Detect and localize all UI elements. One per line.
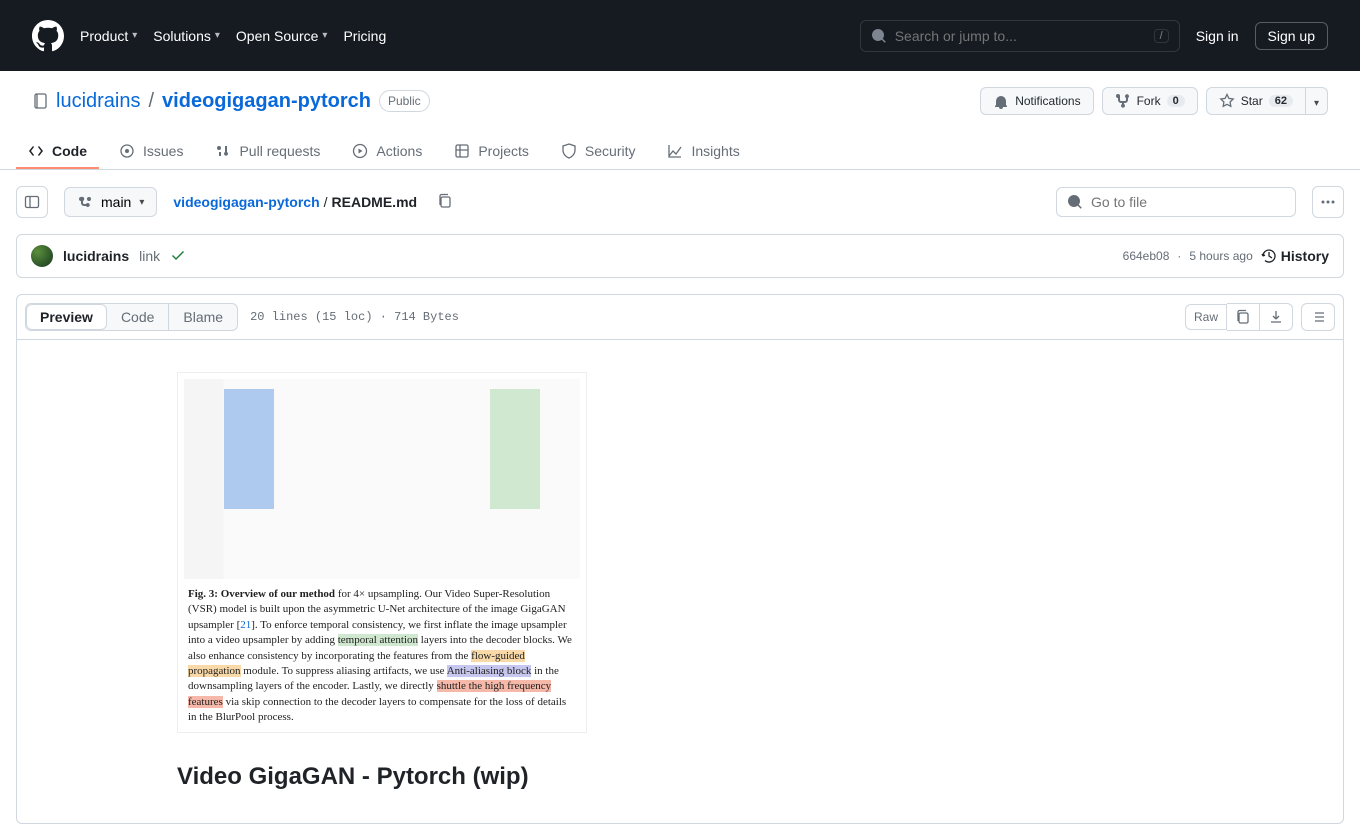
slash-hint: / [1154, 29, 1169, 43]
global-nav: Product▾ Solutions▾ Open Source▾ Pricing [80, 28, 386, 44]
tab-issues[interactable]: Issues [107, 135, 195, 169]
commit-sha-link[interactable]: 664eb08 [1123, 249, 1170, 263]
project-icon [454, 143, 470, 159]
readme-content: Fig. 3: Overview of our method for 4× up… [17, 340, 1343, 823]
search-icon [871, 28, 887, 44]
branch-icon [77, 194, 93, 210]
star-icon [1219, 93, 1235, 109]
breadcrumb: videogigagan-pytorch / README.md [173, 194, 417, 210]
view-mode-toggle: Preview Code Blame [25, 303, 238, 331]
search-input[interactable] [895, 28, 1146, 44]
breadcrumb-repo[interactable]: videogigagan-pytorch [173, 194, 319, 210]
fork-count: 0 [1167, 95, 1185, 107]
nav-open-source[interactable]: Open Source▾ [236, 28, 328, 44]
repo-icon [32, 93, 48, 109]
sign-up-button[interactable]: Sign up [1255, 22, 1328, 50]
tab-actions[interactable]: Actions [340, 135, 434, 169]
blame-tab[interactable]: Blame [169, 304, 237, 330]
repo-name-link[interactable]: videogigagan-pytorch [162, 90, 371, 113]
repo-tabs: Code Issues Pull requests Actions Projec… [0, 135, 1360, 170]
latest-commit: lucidrains link 664eb08 · 5 hours ago Hi… [16, 234, 1344, 278]
graph-icon [667, 143, 683, 159]
sidebar-icon [24, 194, 40, 210]
copy-icon [1235, 309, 1251, 325]
path-separator: / [148, 90, 154, 113]
copy-path-button[interactable] [433, 189, 457, 216]
tab-projects[interactable]: Projects [442, 135, 541, 169]
download-button[interactable] [1260, 303, 1293, 331]
tab-security[interactable]: Security [549, 135, 648, 169]
sign-in-link[interactable]: Sign in [1196, 28, 1239, 44]
chevron-down-icon: ▾ [215, 30, 220, 41]
notifications-button[interactable]: Notifications [980, 87, 1093, 115]
nav-product[interactable]: Product▾ [80, 28, 137, 44]
fork-icon [1115, 93, 1131, 109]
file-viewer: Preview Code Blame 20 lines (15 loc) · 7… [16, 294, 1344, 824]
global-header: Product▾ Solutions▾ Open Source▾ Pricing… [0, 0, 1360, 71]
architecture-diagram [184, 379, 580, 579]
bell-icon [993, 93, 1009, 109]
code-tab[interactable]: Code [107, 304, 168, 330]
breadcrumb-file: README.md [332, 194, 418, 210]
fork-button[interactable]: Fork 0 [1102, 87, 1198, 115]
chevron-down-icon: ▾ [139, 197, 144, 208]
search-icon [1067, 194, 1083, 210]
visibility-badge: Public [379, 90, 430, 112]
commit-time: 5 hours ago [1189, 249, 1252, 263]
history-icon [1261, 248, 1277, 264]
go-to-file[interactable] [1056, 187, 1296, 217]
more-options-button[interactable] [1312, 186, 1344, 218]
dot: · [1177, 249, 1181, 263]
repo-header: lucidrains / videogigagan-pytorch Public… [0, 71, 1360, 115]
issue-icon [119, 143, 135, 159]
star-button[interactable]: Star 62 [1206, 87, 1306, 115]
tab-insights[interactable]: Insights [655, 135, 751, 169]
star-dropdown[interactable]: ▾ [1306, 87, 1328, 115]
commit-message-link[interactable]: link [139, 248, 160, 264]
star-count: 62 [1269, 95, 1293, 107]
readme-figure[interactable]: Fig. 3: Overview of our method for 4× up… [177, 372, 587, 733]
branch-selector[interactable]: main ▾ [64, 187, 157, 217]
outline-button[interactable] [1301, 303, 1335, 331]
path-separator: / [324, 194, 328, 210]
shield-icon [561, 143, 577, 159]
list-icon [1310, 309, 1326, 325]
readme-heading: Video GigaGAN - Pytorch (wip) [177, 763, 1183, 791]
kebab-icon [1320, 194, 1336, 210]
copy-raw-button[interactable] [1227, 303, 1260, 331]
commit-author-link[interactable]: lucidrains [63, 248, 129, 264]
tab-pull-requests[interactable]: Pull requests [203, 135, 332, 169]
avatar[interactable] [31, 245, 53, 267]
file-tree-toggle[interactable] [16, 186, 48, 218]
global-search[interactable]: / [860, 20, 1180, 52]
go-to-file-input[interactable] [1091, 194, 1285, 210]
pr-icon [215, 143, 231, 159]
code-icon [28, 143, 44, 159]
github-logo-icon[interactable] [32, 20, 64, 52]
chevron-down-icon: ▾ [322, 30, 327, 41]
check-icon[interactable] [170, 247, 186, 266]
play-icon [352, 143, 368, 159]
nav-solutions[interactable]: Solutions▾ [153, 28, 220, 44]
chevron-down-icon: ▾ [132, 30, 137, 41]
preview-tab[interactable]: Preview [26, 304, 107, 330]
chevron-down-icon: ▾ [1314, 98, 1319, 109]
raw-button[interactable]: Raw [1185, 304, 1227, 330]
tab-code[interactable]: Code [16, 135, 99, 169]
repo-owner-link[interactable]: lucidrains [56, 90, 140, 113]
figure-caption: Fig. 3: Overview of our method for 4× up… [184, 579, 580, 726]
file-toolbar: main ▾ videogigagan-pytorch / README.md [0, 170, 1360, 234]
nav-pricing[interactable]: Pricing [343, 28, 386, 44]
copy-icon [437, 193, 453, 209]
download-icon [1268, 309, 1284, 325]
history-button[interactable]: History [1261, 248, 1329, 264]
file-view-toolbar: Preview Code Blame 20 lines (15 loc) · 7… [17, 295, 1343, 340]
file-info: 20 lines (15 loc) · 714 Bytes [250, 310, 459, 324]
